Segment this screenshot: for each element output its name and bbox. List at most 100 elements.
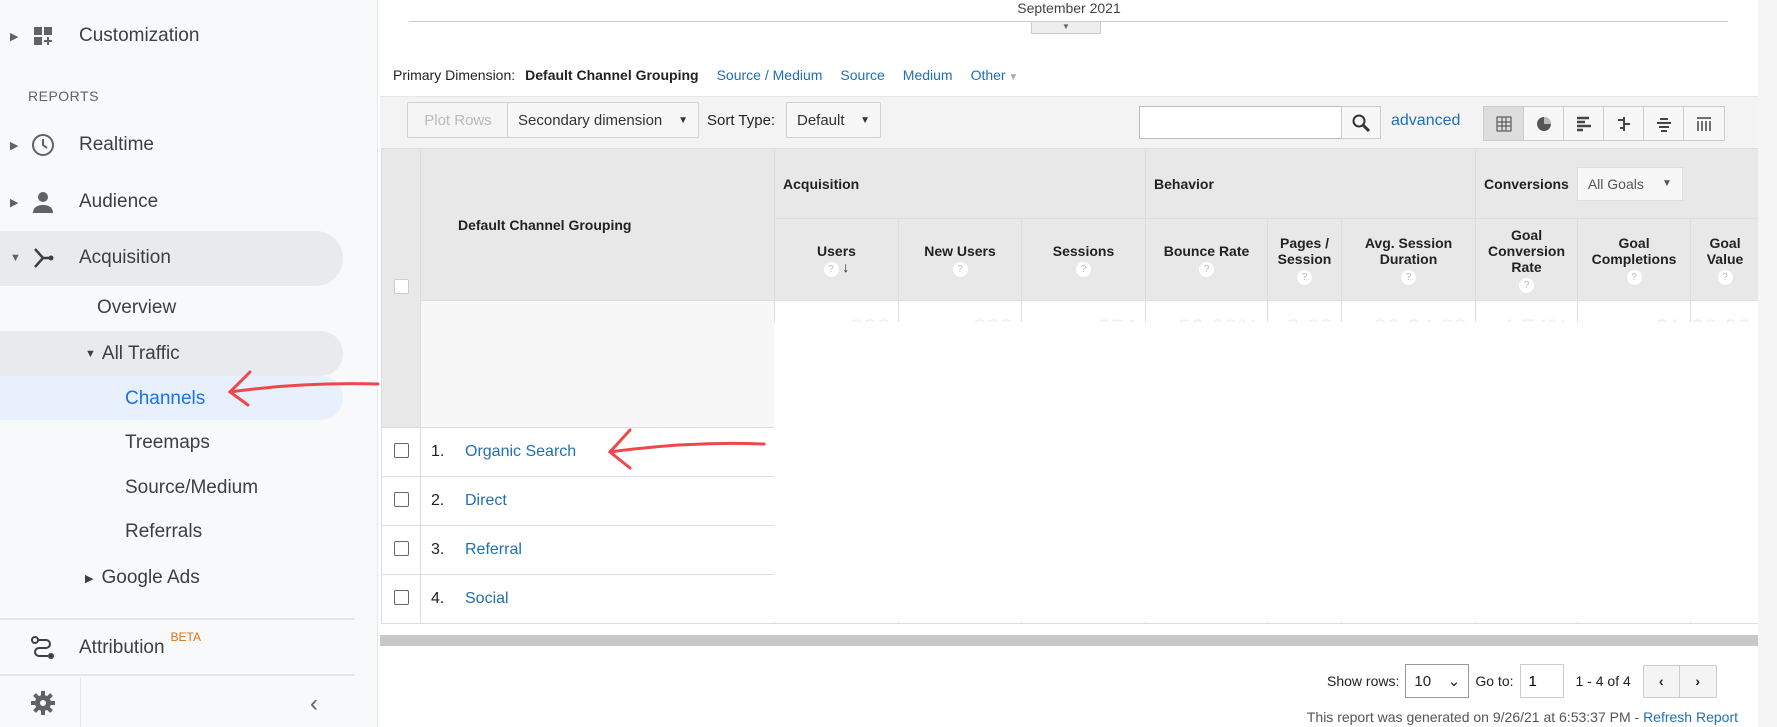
page-scrollbar-track[interactable]	[1758, 0, 1777, 727]
settings-gear-icon[interactable]	[30, 690, 56, 721]
totals-dim-cell	[420, 300, 775, 428]
goto-page-input[interactable]	[1519, 664, 1564, 698]
primary-dimension-bar: Primary Dimension: Default Channel Group…	[393, 67, 1018, 83]
help-icon[interactable]: ?	[1076, 261, 1091, 277]
reports-header: REPORTS	[28, 88, 99, 104]
clock-icon	[30, 132, 56, 158]
column-header[interactable]: Goal Value?	[1690, 218, 1761, 301]
secondary-dimension-dropdown[interactable]: Secondary dimension ▼	[507, 102, 699, 138]
sidebar-item-audience[interactable]: ▶ Audience	[0, 182, 158, 222]
table-view-icon[interactable]	[1484, 107, 1524, 140]
row-checkbox[interactable]	[393, 492, 409, 507]
horizontal-scrollbar[interactable]	[380, 635, 1758, 646]
row-checkbox-cell	[381, 476, 421, 526]
chevron-down-icon: ▼	[860, 114, 870, 126]
dimension-source[interactable]: Source	[840, 67, 884, 83]
row-checkbox-cell	[381, 525, 421, 575]
help-icon[interactable]: ?	[1519, 277, 1535, 293]
caret-right-icon: ▶	[10, 139, 19, 152]
dimension-medium[interactable]: Medium	[903, 67, 953, 83]
help-icon[interactable]: ?	[1297, 269, 1313, 285]
channel-link[interactable]: Social	[465, 590, 509, 607]
caret-down-icon: ▼	[85, 348, 96, 360]
column-header[interactable]: Goal Conversion Rate?	[1475, 218, 1579, 301]
row-checkbox-cell	[381, 427, 421, 477]
sidebar-item-google-ads[interactable]: ▶ Google Ads	[85, 558, 200, 598]
help-icon[interactable]: ?	[1626, 269, 1642, 285]
sidebar-item-overview[interactable]: Overview	[97, 288, 176, 328]
divider	[80, 678, 81, 727]
sort-type-dropdown[interactable]: Default ▼	[786, 102, 881, 138]
row-checkbox[interactable]	[393, 590, 409, 605]
performance-view-icon[interactable]	[1564, 107, 1604, 140]
help-icon[interactable]: ?	[823, 261, 839, 277]
caret-right-icon: ▶	[85, 572, 94, 585]
next-page-button[interactable]: ›	[1680, 666, 1716, 697]
sort-desc-icon[interactable]: ↓	[839, 259, 849, 275]
row-checkbox[interactable]	[393, 541, 409, 556]
help-icon[interactable]: ?	[1401, 269, 1417, 285]
sidebar: ▶ Customization REPORTS ▶ Realtime ▶ Audien…	[0, 0, 378, 727]
dimension-source-medium[interactable]: Source / Medium	[717, 67, 823, 83]
caret-down-icon: ▼	[10, 252, 21, 264]
acquisition-icon	[30, 245, 56, 271]
channel-link[interactable]: Referral	[465, 541, 522, 558]
main-content: September 2021 ▼ Primary Dimension: Defa…	[380, 0, 1761, 727]
sidebar-item-acquisition[interactable]: ▼ Acquisition	[0, 238, 171, 278]
column-header[interactable]: Avg. Session Duration?	[1341, 218, 1477, 301]
beta-badge: BETA	[170, 630, 201, 644]
column-header[interactable]: Goal Completions?	[1577, 218, 1692, 301]
search-button[interactable]	[1341, 106, 1381, 139]
column-header[interactable]: Users? ↓	[774, 218, 899, 301]
column-header[interactable]: Sessions?	[1020, 218, 1147, 301]
sidebar-item-customization[interactable]: ▶ Customization	[0, 16, 199, 56]
sidebar-item-channels[interactable]: Channels	[125, 379, 205, 419]
sidebar-item-source-medium[interactable]: Source/Medium	[125, 468, 258, 508]
page-range: 1 - 4 of 4	[1575, 673, 1631, 689]
sidebar-item-all-traffic[interactable]: ▼ All Traffic	[85, 334, 180, 374]
sidebar-item-attribution[interactable]: Attribution BETA	[0, 628, 201, 668]
help-icon[interactable]: ?	[1199, 261, 1215, 277]
search-icon	[1352, 114, 1370, 132]
chart-expand-toggle[interactable]: ▼	[1031, 22, 1101, 34]
select-all-checkbox[interactable]	[393, 279, 409, 294]
dimension-other[interactable]: Other ▼	[971, 67, 1019, 83]
comparison-view-icon[interactable]	[1604, 107, 1644, 140]
view-toggle-group	[1483, 106, 1725, 141]
chevron-down-icon: ▼	[678, 114, 688, 126]
help-icon[interactable]: ?	[1717, 269, 1733, 285]
plot-rows-button[interactable]: Plot Rows	[407, 102, 509, 138]
person-icon	[30, 189, 56, 215]
term-cloud-view-icon[interactable]	[1644, 107, 1684, 140]
caret-right-icon: ▶	[10, 30, 19, 43]
caret-right-icon: ▶	[10, 196, 19, 209]
collapse-sidebar-icon[interactable]: ‹	[310, 690, 318, 718]
sidebar-item-treemaps[interactable]: Treemaps	[125, 423, 210, 463]
pagination-bar: Show rows: 10⌄ Go to: 1 - 4 of 4 ‹›	[1327, 664, 1717, 698]
refresh-report-link[interactable]: Refresh Report	[1643, 709, 1738, 725]
column-header[interactable]: Bounce Rate?	[1145, 218, 1269, 301]
show-rows-select[interactable]: 10 ⌄	[1405, 664, 1470, 698]
table-search-input[interactable]	[1139, 106, 1342, 139]
goals-dropdown[interactable]: All Goals ▼	[1576, 166, 1683, 201]
row-checkbox[interactable]	[393, 443, 409, 458]
column-header[interactable]: Pages / Session?	[1267, 218, 1343, 301]
pivot-view-icon[interactable]	[1684, 107, 1724, 140]
dimension-default-channel-grouping[interactable]: Default Channel Grouping	[525, 67, 698, 83]
row-dimension: 2. Direct	[420, 476, 775, 526]
column-header[interactable]: New Users?	[898, 218, 1022, 301]
chevron-down-icon: ▼	[1661, 178, 1672, 189]
dashboard-plus-icon	[30, 23, 56, 49]
sidebar-item-referrals[interactable]: Referrals	[125, 512, 202, 552]
advanced-filter-link[interactable]: advanced	[1391, 112, 1460, 130]
channel-link[interactable]: Direct	[465, 492, 507, 509]
prev-page-button[interactable]: ‹	[1644, 665, 1680, 697]
pie-view-icon[interactable]	[1524, 107, 1564, 140]
channel-link[interactable]: Organic Search	[465, 443, 576, 460]
help-icon[interactable]: ?	[952, 261, 968, 277]
group-acquisition: Acquisition	[773, 148, 1147, 219]
goto-label: Go to:	[1475, 673, 1514, 689]
sidebar-item-realtime[interactable]: ▶ Realtime	[0, 125, 154, 165]
dimension-header[interactable]: Default Channel Grouping	[420, 148, 775, 301]
row-dimension: 3. Referral	[420, 525, 775, 575]
